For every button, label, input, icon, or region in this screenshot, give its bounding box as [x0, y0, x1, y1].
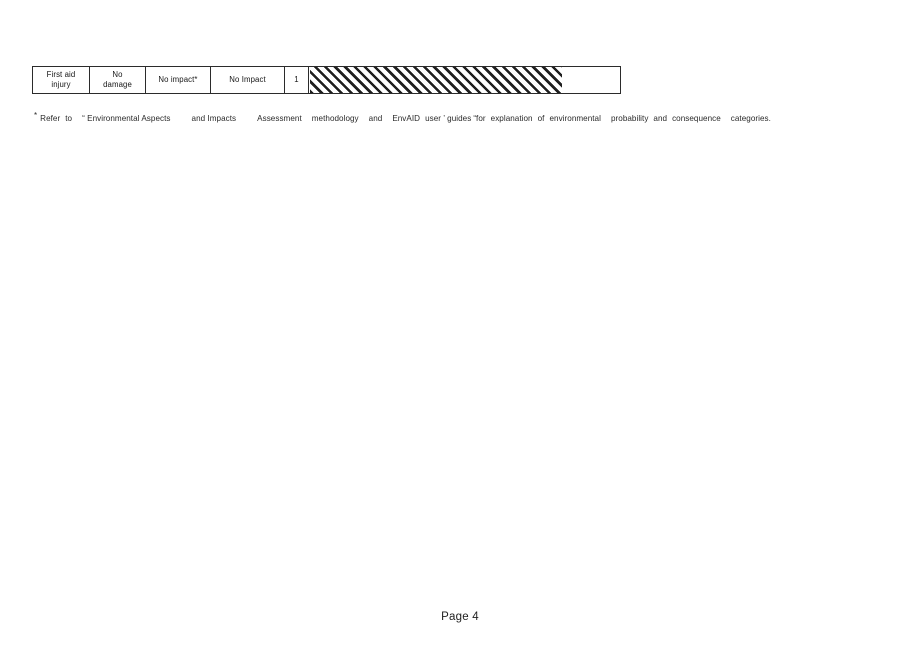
table-row: First aid injury No damage No impact* No… [32, 66, 621, 94]
cell-injury-line-2: injury [51, 80, 71, 89]
diagonal-hatch-fill [310, 67, 562, 93]
cell-community-impact: No Impact [210, 66, 285, 94]
cell-damage-severity: No damage [89, 66, 146, 94]
footnote-word-2: to [65, 114, 73, 123]
cell-community-impact-label: No Impact [229, 74, 266, 84]
cell-injury-severity: First aid injury [32, 66, 90, 94]
risk-matrix-row-table: First aid injury No damage No impact* No… [32, 66, 621, 94]
cell-probability-band [308, 66, 621, 94]
footnote-word-12: of [537, 114, 545, 123]
footnote-word-13: environmental [549, 114, 601, 123]
page-number: Page 4 [441, 611, 479, 623]
footnote-word-14: probability [610, 114, 649, 123]
footnote-word-3: “ Environmental Aspects [82, 114, 171, 123]
footnote-word-6: methodology [311, 114, 359, 123]
footnote-word-15: and [653, 114, 668, 123]
cell-environmental-impact-label: No impact* [158, 74, 198, 84]
cell-consequence-rank-value: 1 [294, 74, 299, 84]
document-page: First aid injury No damage No impact* No… [0, 0, 920, 650]
footnote-word-9: user ’ guides [425, 114, 472, 123]
footnote-word-11: explanation [490, 114, 533, 123]
footnote-word-17: categories. [730, 114, 771, 123]
cell-damage-line-1: No [112, 69, 123, 79]
footnote-word-7: and [368, 114, 383, 123]
cell-injury-line-1: First aid [46, 69, 76, 79]
footnote-asterisk-marker: * [34, 111, 38, 120]
cell-environmental-impact: No impact* [145, 66, 211, 94]
footnote-word-4: and Impacts [191, 114, 237, 123]
footnote-word-1: Refer [40, 114, 61, 123]
footnote-word-5: Assessment [257, 114, 302, 123]
footnote-word-16: consequence [672, 114, 721, 123]
footnote-word-10: “for [473, 114, 486, 123]
footnote-word-8: EnvAID [392, 114, 421, 123]
cell-damage-line-2: damage [103, 80, 132, 89]
footnote: * Refer to “ Environmental Aspects and Impac… [34, 110, 834, 125]
cell-consequence-rank: 1 [284, 66, 309, 94]
